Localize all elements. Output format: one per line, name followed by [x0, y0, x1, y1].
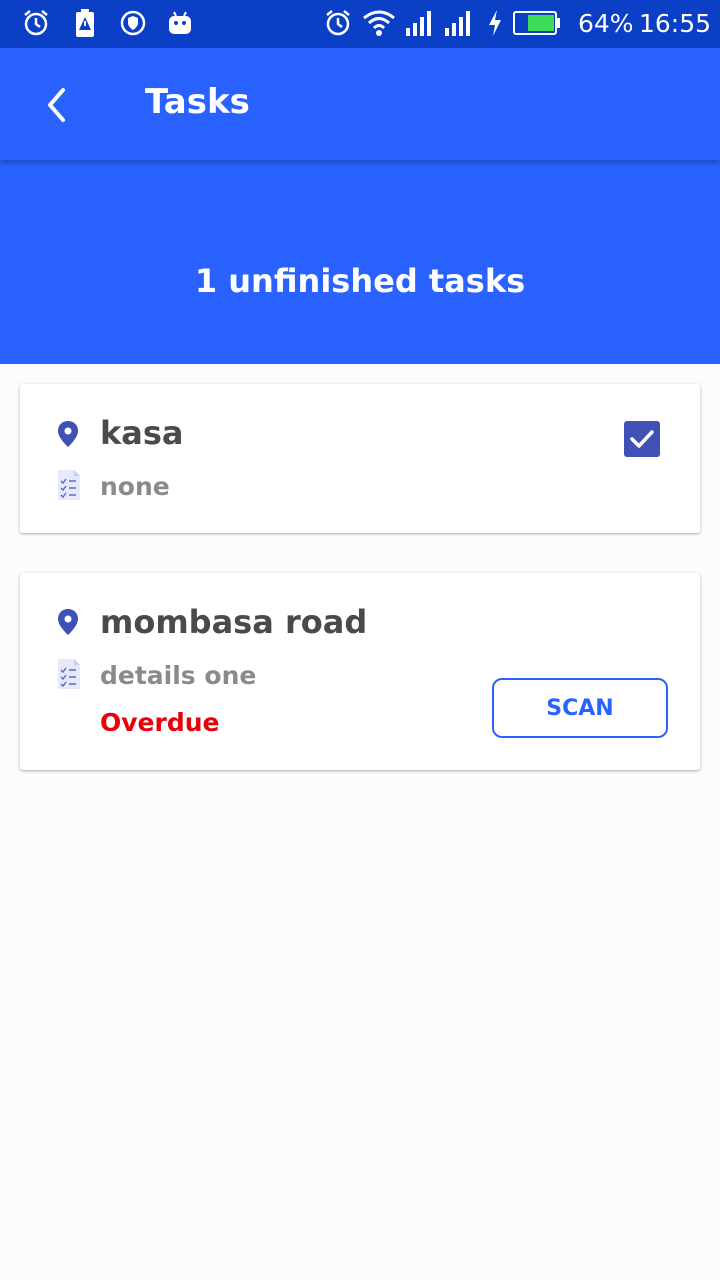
- unfinished-tasks-summary: 1 unfinished tasks: [194, 262, 526, 300]
- back-button[interactable]: [30, 78, 84, 132]
- alarm-icon: [24, 10, 48, 36]
- clock-time: 16:55: [639, 9, 712, 38]
- task-complete-checkbox[interactable]: [624, 421, 660, 457]
- charging-icon: [489, 10, 501, 36]
- signal-icon: [406, 11, 431, 36]
- checklist-icon: [58, 659, 80, 689]
- overdue-status: Overdue: [100, 708, 220, 737]
- scan-button[interactable]: SCAN: [492, 678, 668, 738]
- task-details: none: [100, 472, 170, 501]
- task-details: details one: [100, 661, 257, 690]
- task-card[interactable]: kasa none: [20, 384, 700, 533]
- chevron-left-icon: [48, 88, 65, 122]
- check-icon: [630, 430, 654, 448]
- location-pin-icon: [58, 609, 78, 635]
- battery-icon: [513, 11, 560, 35]
- page-title: Tasks: [145, 82, 250, 122]
- shield-icon: [120, 10, 146, 36]
- app-bar: Tasks: [0, 48, 720, 160]
- location-pin-icon: [58, 421, 78, 447]
- alarm-icon: [326, 10, 350, 36]
- battery-alert-icon: [76, 9, 94, 37]
- status-bar: 64% 16:55: [0, 0, 720, 48]
- summary-banner: 1 unfinished tasks: [0, 160, 720, 364]
- wifi-icon: [363, 10, 395, 36]
- signal-icon: [445, 11, 470, 36]
- battery-percent: 64%: [578, 9, 634, 38]
- checklist-icon: [58, 470, 80, 500]
- android-icon: [169, 11, 191, 34]
- task-card[interactable]: mombasa road details one Overdue SCAN: [20, 573, 700, 770]
- task-location: mombasa road: [100, 603, 368, 641]
- task-location: kasa: [100, 414, 184, 452]
